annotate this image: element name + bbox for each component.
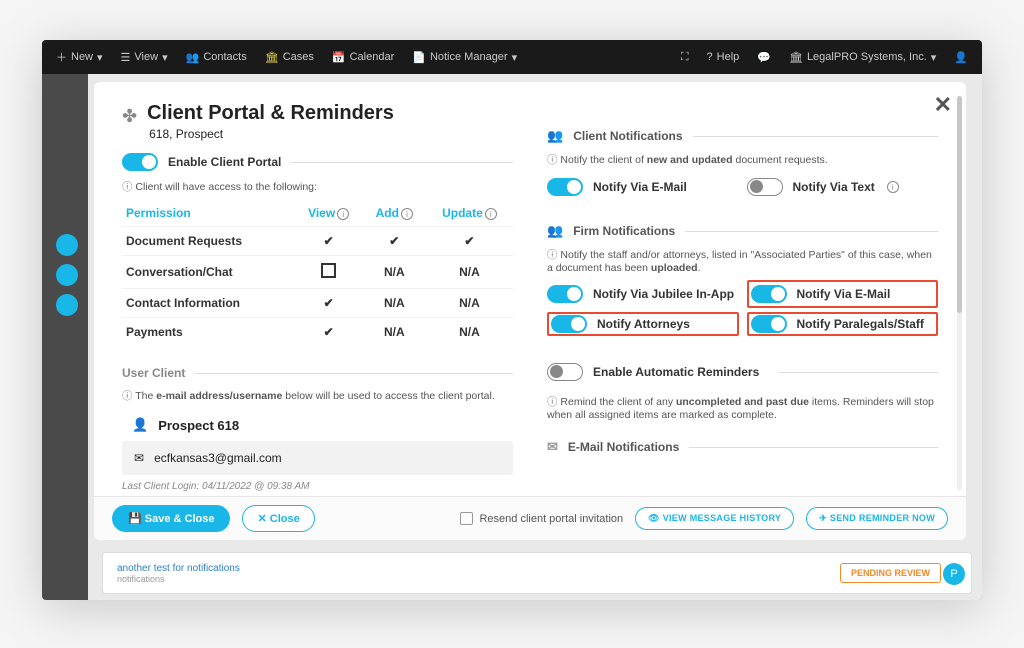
nav-cases[interactable]: 🏛 Cases (265, 51, 314, 64)
email-notifications-heading: E-Mail Notifications (568, 440, 679, 454)
client-notif-hint: Notify the client of new and updated doc… (547, 152, 938, 167)
group-icon: 👥 (547, 128, 563, 144)
nav-view[interactable]: ☰ View ▾ (121, 51, 168, 64)
background-card: another test for notifications notificat… (102, 552, 972, 594)
auto-reminders-toggle[interactable] (547, 363, 583, 381)
modal-footer: 💾 Save & Close ✕ Close Resend client por… (94, 496, 966, 540)
conversation-view-checkbox[interactable] (321, 263, 336, 278)
nav-expand-icon[interactable]: ⛶ (681, 51, 689, 64)
email-field[interactable]: ✉ecfkansas3@gmail.com (122, 441, 513, 475)
auto-reminders-hint: Remind the client of any uncompleted and… (547, 394, 938, 421)
pending-review-badge: PENDING REVIEW (840, 563, 941, 583)
enable-portal-label: Enable Client Portal (168, 155, 281, 169)
firm-notif-hint: Notify the staff and/or attorneys, liste… (547, 247, 938, 274)
nav-notice-manager[interactable]: 📄 Notice Manager ▾ (412, 51, 517, 64)
modal-subtitle: 618, Prospect (149, 127, 394, 141)
firm-notifications-heading: Firm Notifications (573, 224, 675, 238)
side-dot (56, 264, 78, 286)
client-notify-text-toggle[interactable] (747, 178, 783, 196)
firm-email-toggle[interactable] (751, 285, 787, 303)
nav-new[interactable]: ＋ New ▾ (56, 49, 103, 65)
resend-invitation-checkbox[interactable]: Resend client portal invitation (460, 512, 623, 525)
user-name: Prospect 618 (158, 418, 239, 433)
side-dot (56, 294, 78, 316)
side-dot (56, 234, 78, 256)
mail-icon: ✉ (547, 439, 558, 455)
firm-paralegals-toggle[interactable] (751, 315, 787, 333)
user-client-hint: The e-mail address/username below will b… (122, 388, 513, 403)
firm-attorneys-toggle[interactable] (551, 315, 587, 333)
access-hint: Client will have access to the following… (122, 179, 513, 194)
info-icon[interactable]: i (887, 181, 899, 193)
user-icon: 👤 (132, 417, 148, 433)
permissions-table: Permission Viewi Addi Updatei Document R… (122, 200, 513, 346)
close-button[interactable]: ✕ Close (242, 505, 314, 532)
avatar: P (943, 563, 965, 585)
send-reminder-now-button[interactable]: ✈ SEND REMINDER NOW (806, 507, 948, 530)
enable-portal-toggle[interactable] (122, 153, 158, 171)
nav-calendar[interactable]: 📅 Calendar (332, 51, 394, 64)
client-notifications-heading: Client Notifications (573, 129, 682, 143)
user-client-heading: User Client (122, 366, 185, 380)
nav-user-icon[interactable]: 👤 (954, 51, 968, 64)
nav-alerts-icon[interactable]: 💬 (757, 51, 771, 64)
client-notify-email-toggle[interactable] (547, 178, 583, 196)
nav-contacts[interactable]: 👥 Contacts (186, 51, 247, 64)
nav-company[interactable]: 🏛 LegalPRO Systems, Inc. ▾ (789, 51, 936, 64)
group-icon: 👥 (547, 223, 563, 239)
firm-inapp-toggle[interactable] (547, 285, 583, 303)
app-top-nav: ＋ New ▾ ☰ View ▾ 👥 Contacts 🏛 Cases 📅 Ca… (42, 40, 982, 74)
mail-icon: ✉ (134, 451, 144, 465)
last-login: Last Client Login: 04/11/2022 @ 09:38 AM (122, 481, 513, 492)
view-message-history-button[interactable]: 👁 VIEW MESSAGE HISTORY (635, 507, 794, 530)
nav-help[interactable]: ? Help (707, 51, 740, 63)
save-close-button[interactable]: 💾 Save & Close (112, 505, 230, 532)
modal-title: Client Portal & Reminders (147, 102, 394, 125)
sidebar (42, 74, 88, 600)
share-icon: ✤ (122, 106, 137, 127)
client-portal-modal: ✕ ✤ Client Portal & Reminders 618, Prosp… (94, 82, 966, 540)
